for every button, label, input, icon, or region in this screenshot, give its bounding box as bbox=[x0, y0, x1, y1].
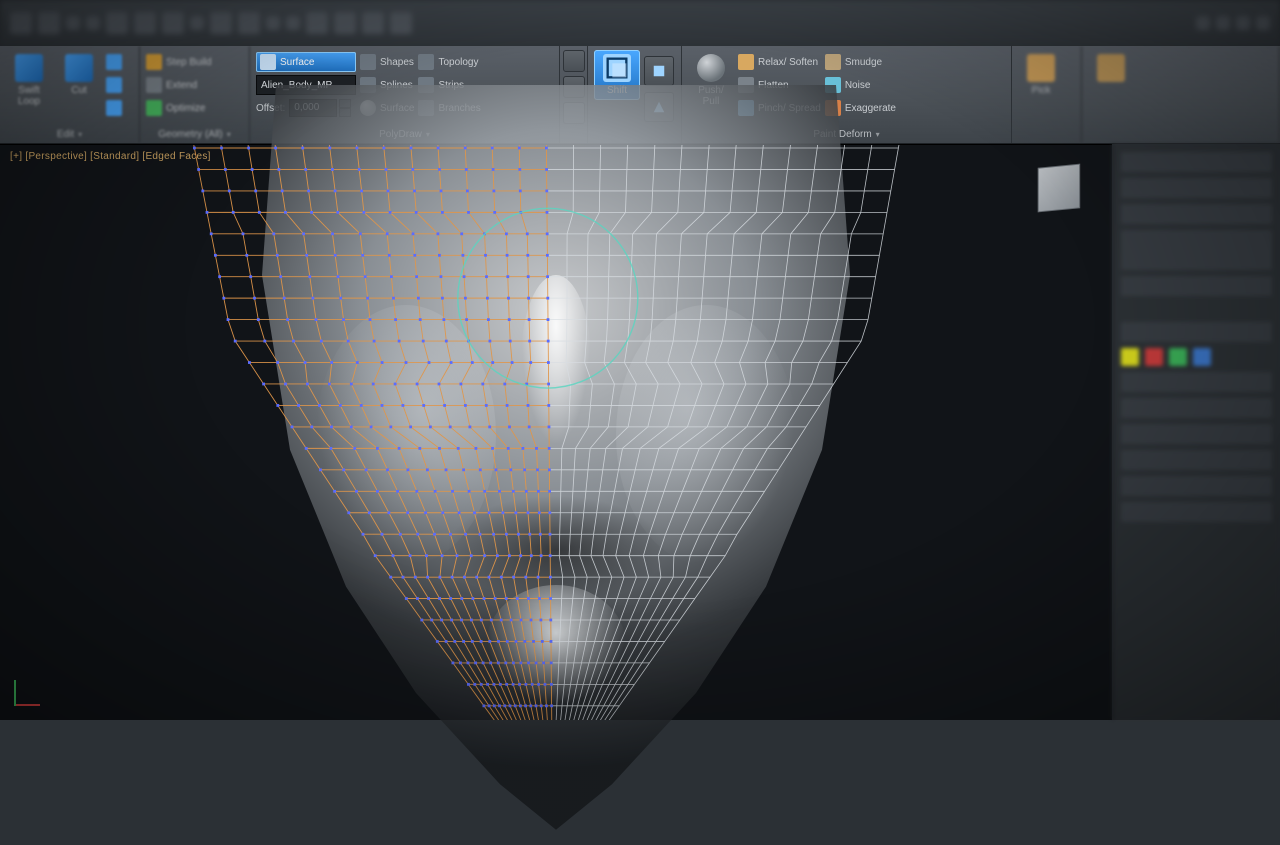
ribbon-group-geometry: Step Build Extend Optimize Geometry (All… bbox=[140, 46, 250, 143]
eyedropper-icon bbox=[1027, 54, 1055, 82]
swatch-red[interactable] bbox=[1145, 348, 1163, 366]
shapes-button[interactable]: Shapes bbox=[360, 52, 414, 72]
topology-button[interactable]: Topology bbox=[418, 52, 480, 72]
viewport-3d[interactable]: [+] [Perspective] [Standard] [Edged Face… bbox=[0, 144, 1112, 720]
shift-opt1-button[interactable] bbox=[644, 56, 674, 86]
swatch-green[interactable] bbox=[1169, 348, 1187, 366]
toggle-a-button[interactable] bbox=[563, 50, 585, 72]
ribbon-group-edit: Swift Loop Cut Edit bbox=[0, 46, 140, 143]
swiftloop-button[interactable]: Swift Loop bbox=[6, 50, 52, 111]
optimize-button[interactable]: Optimize bbox=[146, 98, 212, 118]
surface-mode-button[interactable]: Surface bbox=[256, 52, 356, 72]
cut-button[interactable]: Cut bbox=[56, 50, 102, 100]
ribbon-group-pick: Pick bbox=[1012, 46, 1082, 143]
pick-button[interactable]: Pick bbox=[1018, 50, 1064, 100]
model-wireframe bbox=[0, 145, 1112, 720]
ribbon-caption-geometry: Geometry (All) bbox=[158, 129, 222, 140]
axis-y-icon bbox=[14, 680, 16, 706]
shift-icon bbox=[603, 54, 631, 82]
swatch-yellow[interactable] bbox=[1121, 348, 1139, 366]
command-panel[interactable] bbox=[1112, 144, 1280, 720]
smudge-button[interactable]: Smudge bbox=[825, 52, 896, 72]
ribbon-caption-edit: Edit bbox=[57, 129, 74, 140]
extend-button[interactable]: Extend bbox=[146, 75, 212, 95]
menu-bar bbox=[0, 0, 1280, 46]
axis-gizmo[interactable] bbox=[14, 672, 48, 706]
viewcube[interactable] bbox=[1038, 164, 1081, 213]
stepbuild-button[interactable]: Step Build bbox=[146, 52, 212, 72]
relax-button[interactable]: Relax/ Soften bbox=[738, 52, 821, 72]
sphere-icon bbox=[697, 54, 725, 82]
swatch-blue[interactable] bbox=[1193, 348, 1211, 366]
axis-x-icon bbox=[14, 704, 40, 706]
ribbon-group-overflow bbox=[1082, 46, 1280, 143]
color-swatches[interactable] bbox=[1121, 348, 1272, 366]
